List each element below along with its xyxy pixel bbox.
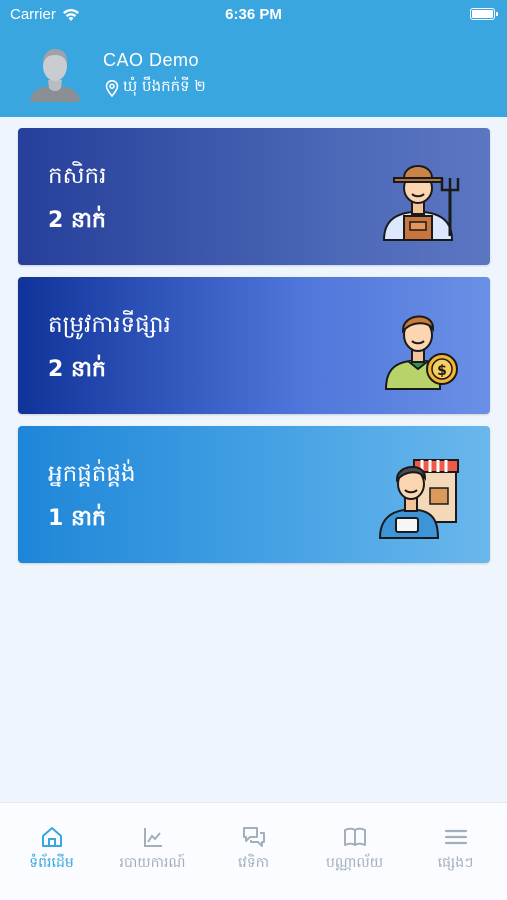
status-bar: Carrier 6:36 PM (0, 0, 507, 30)
book-icon (343, 827, 366, 846)
location-pin-icon (105, 79, 119, 97)
battery-icon (470, 8, 498, 20)
tab-label: ទំព័រដើម (29, 855, 74, 871)
card-title: កសិករ (48, 163, 107, 189)
card-title: តម្រូវការទីផ្សារ (48, 312, 171, 338)
menu-icon (444, 829, 467, 845)
tab-label: បណ្ណាល័យ (325, 855, 384, 871)
profile-name: CAO Demo (103, 50, 200, 70)
farmer-icon (382, 165, 460, 241)
merchant-coin-icon: $ (384, 315, 458, 390)
tab-label: របាយការណ៍ (119, 855, 186, 871)
supplier-shop-icon (378, 459, 459, 539)
tab-label: ផ្សេងៗ (437, 855, 474, 871)
card-farmers[interactable]: កសិករ 2 នាក់ (18, 128, 490, 265)
summary-cards: កសិករ 2 នាក់ តម្រូវការទីផ្សារ 2 នាក់ $ អ… (18, 128, 490, 575)
tab-more[interactable]: ផ្សេងៗ (405, 825, 506, 874)
chat-icon (242, 827, 265, 847)
avatar[interactable] (28, 42, 82, 102)
location-text: ឃុំ បឹងកក់ទី ២ (123, 77, 206, 95)
card-count: 2 នាក់ (48, 208, 106, 233)
card-title: អ្នកផ្គត់ផ្គង់ (48, 461, 136, 487)
card-suppliers[interactable]: អ្នកផ្គត់ផ្គង់ 1 នាក់ (18, 426, 490, 563)
card-count: 1 នាក់ (48, 506, 106, 531)
svg-text:$: $ (437, 363, 447, 379)
home-icon (41, 827, 62, 847)
tab-library[interactable]: បណ្ណាល័យ (304, 825, 405, 874)
card-market-demand[interactable]: តម្រូវការទីផ្សារ 2 នាក់ $ (18, 277, 490, 414)
tab-reports[interactable]: របាយការណ៍ (102, 825, 203, 874)
card-count: 2 នាក់ (48, 357, 106, 382)
tab-forum[interactable]: វេទិកា (203, 825, 304, 874)
status-time: 6:36 PM (225, 6, 282, 23)
chart-icon (143, 828, 162, 847)
app-header: Carrier 6:36 PM CAO Demo ឃុំ បឹងកក់ទី ២ (0, 0, 507, 117)
tab-home[interactable]: ទំព័រដើម (1, 825, 102, 874)
tab-label: វេទិកា (237, 855, 270, 871)
profile-location: ឃុំ បឹងកក់ទី ២ (105, 77, 206, 99)
bottom-tab-bar: ទំព័រដើម របាយការណ៍ វេទិកា បណ្ណាល័យ ផ្សេង… (0, 802, 507, 900)
